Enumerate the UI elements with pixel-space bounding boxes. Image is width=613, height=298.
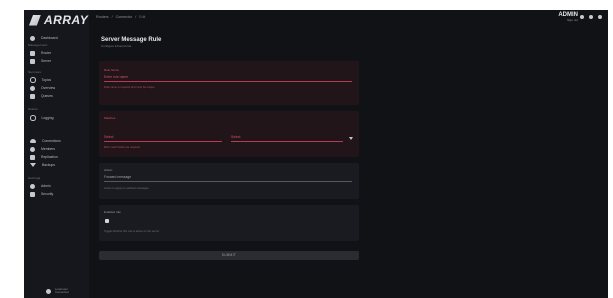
enabled-label: Enabled rule (104, 210, 121, 214)
home-icon (30, 35, 35, 41)
router-icon (30, 50, 35, 56)
section-label: Management (28, 43, 48, 47)
sidebar-item-label: Queues (41, 94, 53, 98)
sidebar-item-queues[interactable]: Queues (30, 92, 53, 100)
section-label: Settings (28, 176, 41, 180)
admin-icon (30, 183, 35, 189)
submit-button[interactable]: SUBMIT (99, 251, 359, 260)
sidebar-item-logging[interactable]: Logging (30, 114, 54, 122)
cloud-icon (30, 139, 36, 143)
enabled-hint: Toggle whether this rule is active on th… (104, 230, 160, 233)
notification-icon[interactable] (580, 15, 584, 19)
action-card: Action Forward message Action to apply t… (99, 163, 359, 199)
members-icon (30, 146, 35, 152)
sidebar-item-members[interactable]: Members (30, 145, 55, 153)
replication-icon (30, 154, 35, 160)
rule-name-card: Rule Name Enter rule name Rule name is r… (99, 61, 359, 105)
topic-icon (30, 77, 36, 83)
rule-name-input[interactable]: Enter rule name (104, 75, 352, 82)
sidebar-item-connections[interactable]: Connections (30, 137, 61, 145)
match-right-placeholder: Select (231, 135, 241, 139)
overview-icon (30, 85, 35, 91)
sidebar-item-admin[interactable]: Admin (30, 182, 51, 190)
user-profile[interactable]: Local user Connected (46, 288, 69, 294)
sidebar-item-label: Router (41, 51, 52, 55)
queue-icon (30, 93, 35, 99)
enabled-card: Enabled rule Toggle whether this rule is… (99, 205, 359, 241)
breadcrumb-current: Edit (139, 15, 146, 19)
rule-name-placeholder: Enter rule name (104, 75, 129, 79)
sidebar-item-label: Backups (42, 163, 56, 167)
brand-logo[interactable]: ARRAY (29, 13, 88, 27)
section-label: Services (28, 70, 42, 74)
sidebar: ARRAY Dashboard Management Router Server… (24, 10, 89, 298)
sidebar-item-dashboard[interactable]: Dashboard (30, 34, 58, 42)
settings-icon[interactable] (589, 15, 593, 19)
topbar: Routers / Connector / Edit ADMIN Sign ou… (89, 10, 608, 27)
match-left-select[interactable]: Select (104, 135, 222, 142)
sidebar-item-label: Security (41, 192, 54, 196)
logging-icon (30, 115, 36, 121)
sidebar-item-label: Topics (41, 78, 52, 82)
account-menu[interactable]: ADMIN Sign out (558, 12, 578, 22)
sidebar-item-backups[interactable]: Backups (30, 161, 55, 169)
brand-name: ARRAY (44, 13, 89, 27)
sidebar-item-replication[interactable]: Replication (30, 153, 58, 161)
sidebar-item-label: Overview (41, 86, 56, 90)
section-label: Status (28, 107, 38, 111)
sidebar-item-label: Logging (41, 116, 54, 120)
avatar (46, 288, 51, 294)
breadcrumb-item[interactable]: Connector (116, 15, 133, 19)
enabled-checkbox[interactable] (105, 219, 109, 223)
action-value: Forward message (104, 175, 132, 179)
match-right-select[interactable]: Select (231, 135, 343, 142)
breadcrumb-separator: / (111, 15, 113, 19)
action-hint: Action to apply to matched messages (104, 187, 149, 190)
matches-hint: Both match fields are required (104, 146, 140, 149)
breadcrumb-separator: / (135, 15, 137, 19)
sidebar-item-router[interactable]: Router (30, 49, 51, 57)
match-left-placeholder: Select (104, 135, 114, 139)
security-icon (30, 191, 35, 197)
matches-card: Matches Select Select Both match fields … (99, 111, 359, 157)
main-content: Server Message Rule Configure inbound ru… (89, 27, 608, 298)
sidebar-item-topics[interactable]: Topics (30, 76, 51, 84)
top-icons (580, 15, 602, 19)
matches-label: Matches (104, 116, 116, 120)
sidebar-item-server[interactable]: Server (30, 57, 51, 65)
sidebar-item-label: Server (41, 59, 51, 63)
server-icon (30, 58, 35, 64)
breadcrumb: Routers / Connector / Edit (96, 15, 145, 19)
logo-mark-icon (29, 14, 41, 26)
page-subtitle: Configure inbound rule (101, 44, 132, 48)
sidebar-item-overview[interactable]: Overview (30, 84, 55, 92)
sidebar-item-security[interactable]: Security (30, 190, 53, 198)
rule-name-label: Rule Name (104, 68, 120, 72)
sidebar-item-label: Dashboard (41, 36, 58, 40)
user-status: Connected (55, 290, 69, 294)
account-sub[interactable]: Sign out (558, 18, 578, 22)
action-label: Action (104, 168, 113, 172)
sidebar-item-label: Admin (41, 184, 51, 188)
breadcrumb-item[interactable]: Routers (96, 15, 109, 19)
sidebar-item-label: Members (41, 147, 56, 151)
rule-name-hint: Rule name is required and must be unique (104, 86, 155, 89)
action-input[interactable]: Forward message (104, 175, 352, 182)
chevron-down-icon[interactable] (349, 137, 353, 140)
help-icon[interactable] (598, 15, 602, 19)
sidebar-item-label: Connections (42, 139, 61, 143)
page-title: Server Message Rule (101, 37, 162, 43)
app-window: ARRAY Dashboard Management Router Server… (24, 10, 608, 298)
backup-icon (30, 163, 36, 167)
sidebar-item-label: Replication (41, 155, 58, 159)
